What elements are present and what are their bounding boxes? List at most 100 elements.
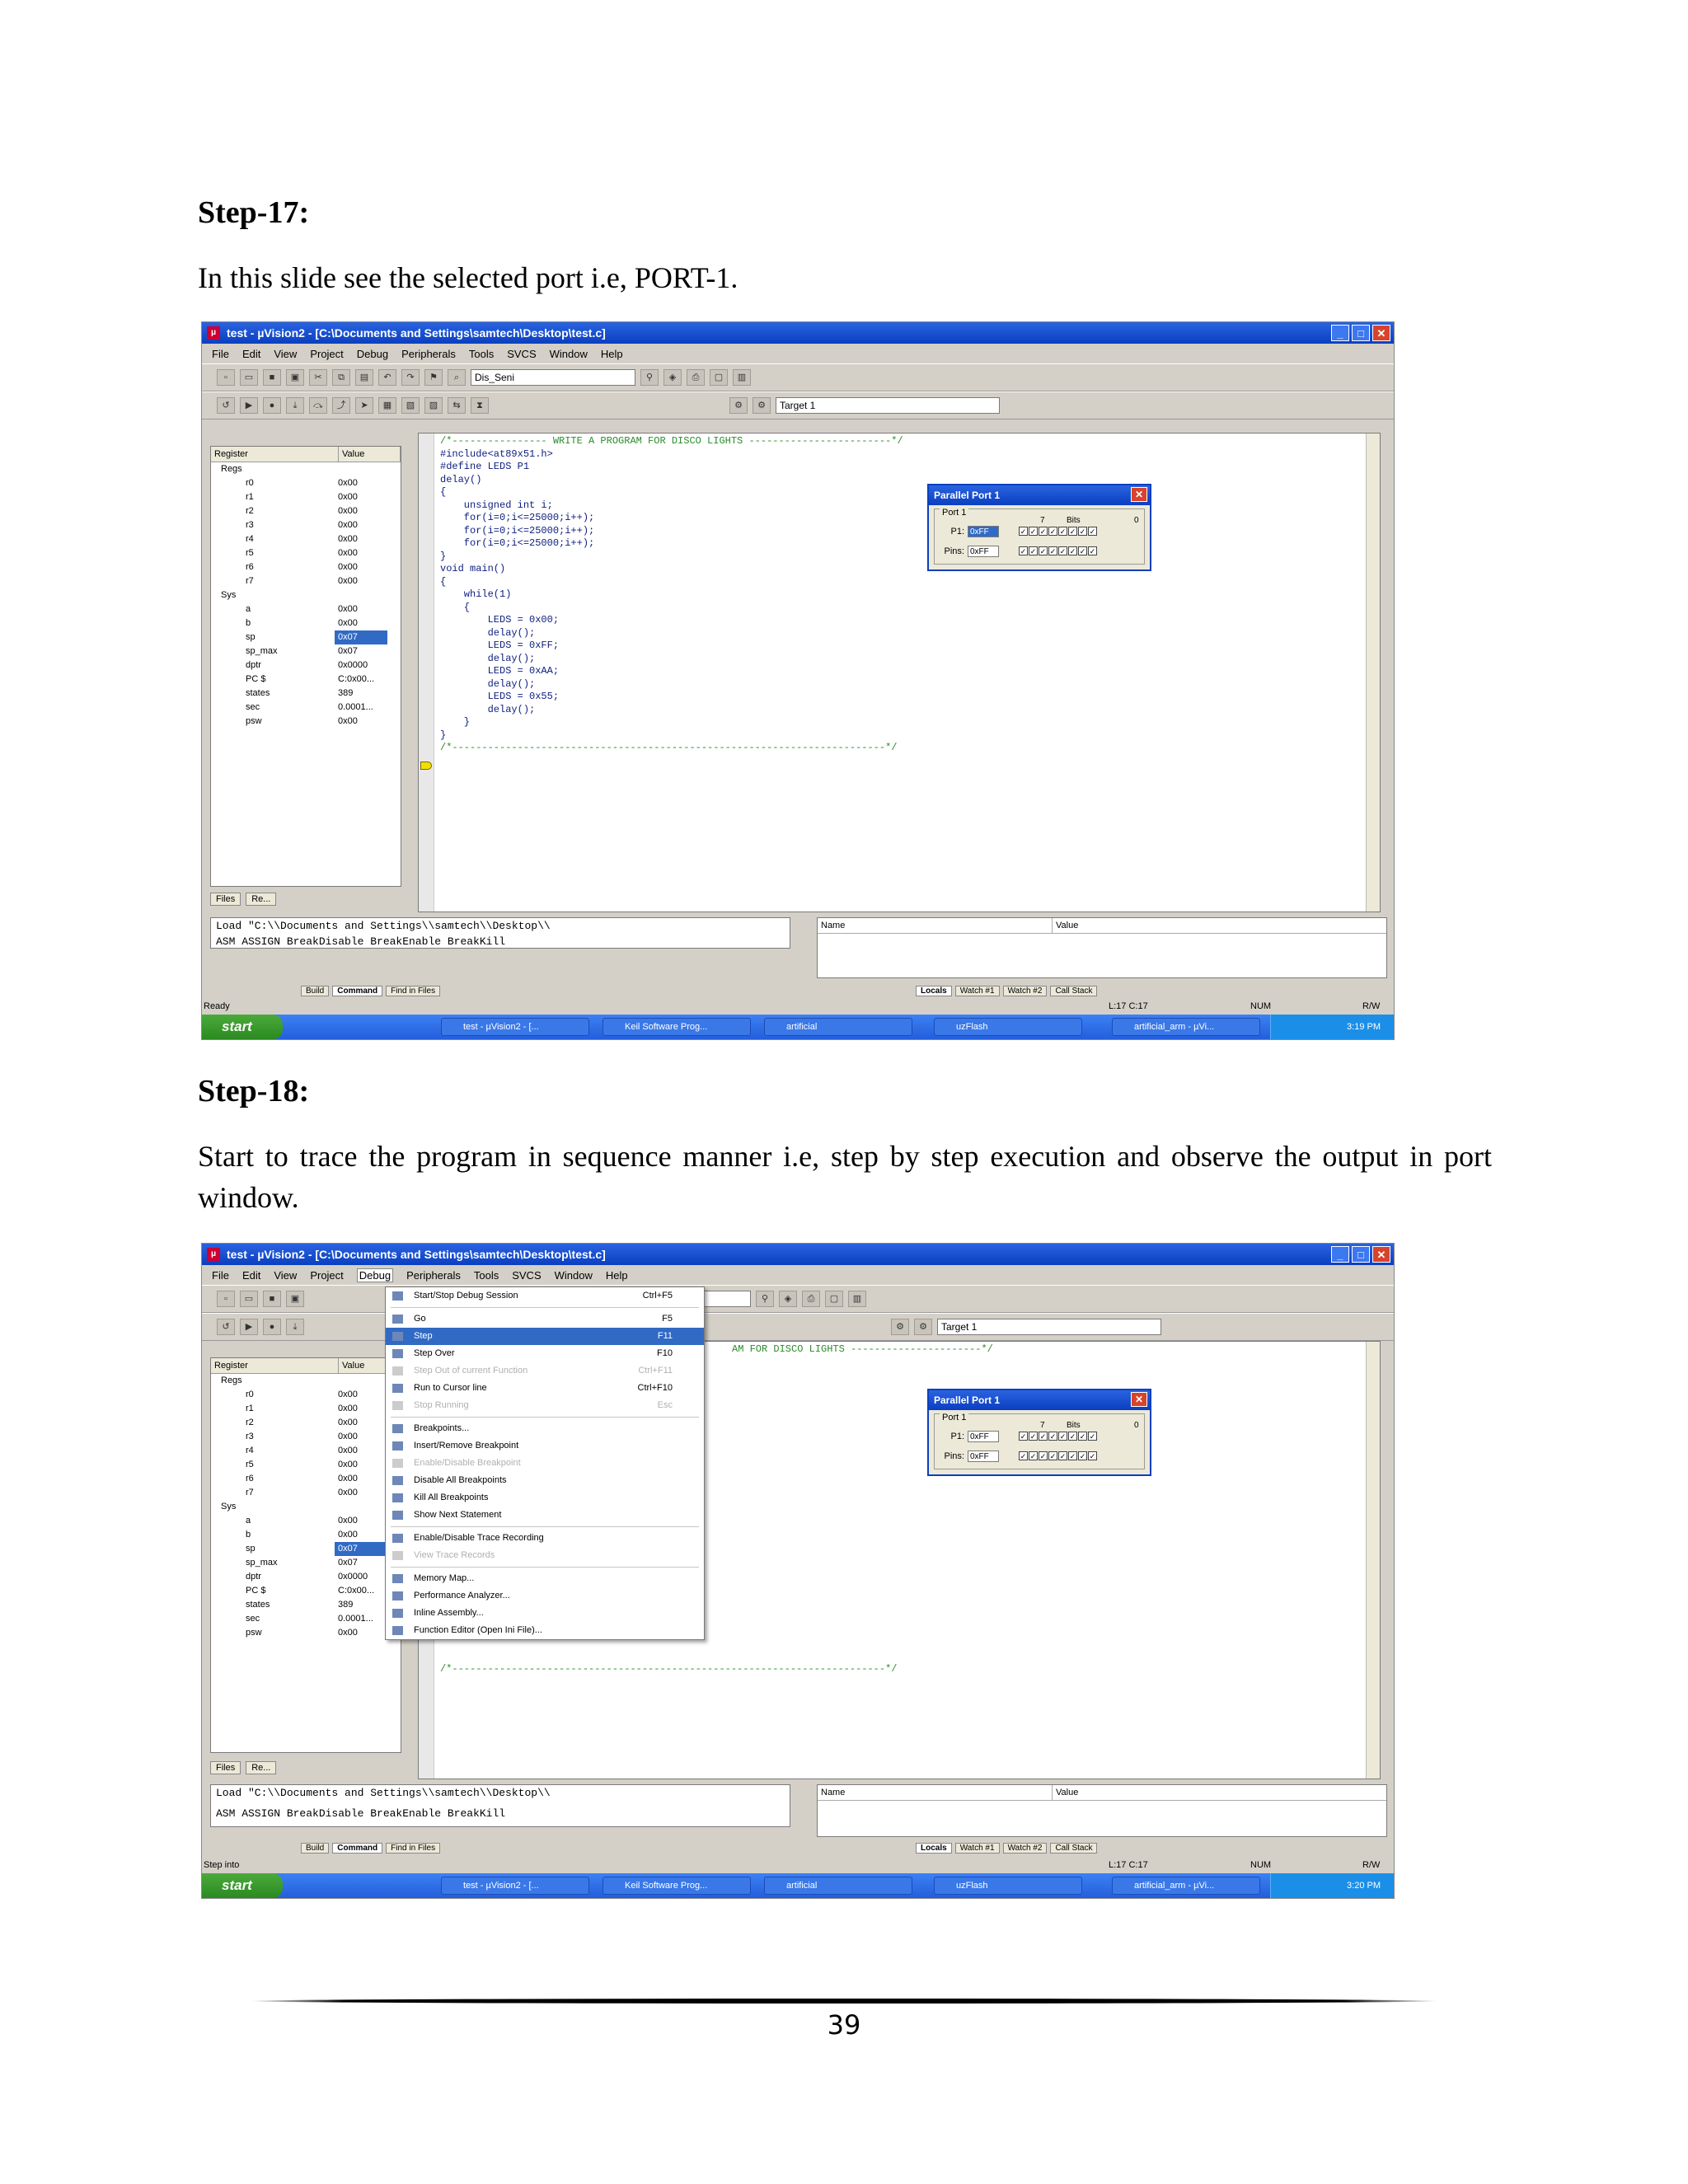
serial-icon[interactable]: ⇆ — [448, 397, 466, 414]
register-row[interactable]: r0 0x00 — [211, 476, 401, 490]
bit-checkbox[interactable]: ✓ — [1078, 546, 1087, 555]
register-row[interactable]: r3 0x00 — [211, 518, 401, 532]
debug-menu-item[interactable]: Function Editor (Open Ini File)... — [386, 1622, 704, 1639]
bit-checkbox[interactable]: ✓ — [1048, 1451, 1057, 1460]
p1-value-field[interactable]: 0xFF — [968, 526, 999, 537]
reset-icon[interactable]: ↺ — [217, 397, 235, 414]
menu-debug[interactable]: Debug — [357, 348, 388, 360]
register-row[interactable]: r5 0x00 — [211, 1458, 401, 1472]
menu-project[interactable]: Project — [310, 1269, 343, 1282]
menu-help[interactable]: Help — [606, 1269, 628, 1282]
register-row[interactable]: a 0x00 — [211, 602, 401, 616]
target-combo[interactable]: Target 1 — [776, 397, 1000, 414]
pins-bit-checkboxes[interactable]: ✓ ✓ ✓ ✓ ✓ ✓ ✓ ✓ — [1019, 546, 1098, 556]
bit-checkbox[interactable]: ✓ — [1039, 1451, 1048, 1460]
debug-menu-item[interactable]: Kill All Breakpoints — [386, 1489, 704, 1507]
bit-checkbox[interactable]: ✓ — [1088, 546, 1097, 555]
register-row[interactable]: PC $ C:0x00... — [211, 673, 401, 687]
editor-scrollbar[interactable] — [1366, 1342, 1380, 1779]
menu-svcs[interactable]: SVCS — [507, 348, 536, 360]
stop-icon[interactable]: ● — [263, 1319, 281, 1335]
menu-edit[interactable]: Edit — [242, 1269, 260, 1282]
step-icon[interactable]: ⤓ — [286, 397, 304, 414]
pins-bit-checkboxes[interactable]: ✓ ✓ ✓ ✓ ✓ ✓ ✓ ✓ — [1019, 1451, 1098, 1461]
p1-value-field[interactable]: 0xFF — [968, 1431, 999, 1442]
reset-icon[interactable]: ↺ — [217, 1319, 235, 1335]
register-row[interactable]: Regs — [211, 1374, 401, 1388]
menu-file[interactable]: File — [212, 1269, 229, 1282]
register-row[interactable]: psw 0x00 — [211, 1626, 401, 1640]
bit-checkbox[interactable]: ✓ — [1019, 546, 1028, 555]
watch2-tab[interactable]: Watch #2 — [1002, 1842, 1048, 1854]
redo-icon[interactable]: ↷ — [401, 369, 420, 386]
tile-icon[interactable]: ▥ — [733, 369, 751, 386]
build-tab[interactable]: Build — [301, 985, 330, 996]
task-uvision[interactable]: test - µVision2 - [... — [441, 1018, 589, 1036]
dialog-close-icon[interactable]: ✕ — [1131, 487, 1147, 502]
find-in-files-tab[interactable]: Find in Files — [386, 985, 441, 996]
start-button[interactable]: start — [202, 1873, 283, 1898]
bit-checkbox[interactable]: ✓ — [1048, 1432, 1057, 1441]
debug-icon[interactable]: ◈ — [663, 369, 682, 386]
menu-window[interactable]: Window — [555, 1269, 593, 1282]
bit-checkbox[interactable]: ✓ — [1068, 546, 1077, 555]
bit-checkbox[interactable]: ✓ — [1019, 1451, 1028, 1460]
task-uzflash[interactable]: uzFlash — [934, 1018, 1082, 1036]
command-output[interactable]: Load "C:\\Documents and Settings\\samtec… — [210, 1784, 790, 1827]
menu-help[interactable]: Help — [601, 348, 623, 360]
register-row[interactable]: r1 0x00 — [211, 490, 401, 504]
debug-icon[interactable]: ◈ — [779, 1291, 797, 1307]
disassembly-icon[interactable]: ▦ — [378, 397, 396, 414]
debug-menu-item[interactable]: Go F5 — [386, 1310, 704, 1328]
step-icon[interactable]: ⤓ — [286, 1319, 304, 1335]
close-button[interactable]: ✕ — [1372, 325, 1390, 341]
register-row[interactable]: r7 0x00 — [211, 574, 401, 588]
watch-name-header[interactable]: Name — [818, 918, 1053, 933]
register-row[interactable]: sec 0.0001... — [211, 1612, 401, 1626]
run-icon[interactable]: ▶ — [240, 1319, 258, 1335]
print-icon[interactable]: ⎙ — [687, 369, 705, 386]
locals-tab[interactable]: Locals — [916, 1842, 952, 1854]
files-tab[interactable]: Files — [210, 893, 241, 906]
memory-icon[interactable]: ▨ — [424, 397, 443, 414]
bit-checkbox[interactable]: ✓ — [1019, 527, 1028, 536]
undo-icon[interactable]: ↶ — [378, 369, 396, 386]
task-artificial[interactable]: artificial — [764, 1018, 912, 1036]
register-row[interactable]: sp 0x07 — [211, 1542, 401, 1556]
menu-window[interactable]: Window — [550, 348, 588, 360]
open-folder-icon[interactable]: ▭ — [240, 1291, 258, 1307]
register-header[interactable]: Register — [211, 1358, 339, 1373]
print-icon[interactable]: ⎙ — [802, 1291, 820, 1307]
register-row[interactable]: sp 0x07 — [211, 630, 401, 644]
register-row[interactable]: dptr 0x0000 — [211, 1570, 401, 1584]
debug-menu-item[interactable]: Stop Running Esc — [386, 1397, 704, 1414]
bit-checkbox[interactable]: ✓ — [1019, 1432, 1028, 1441]
register-row[interactable]: r7 0x00 — [211, 1486, 401, 1500]
open-folder-icon[interactable]: ▭ — [240, 369, 258, 386]
task-artificial-arm[interactable]: artificial_arm - µVi... — [1112, 1877, 1260, 1895]
debug-menu-item[interactable]: Run to Cursor line Ctrl+F10 — [386, 1380, 704, 1397]
debug-menu-item[interactable]: Enable/Disable Trace Recording — [386, 1530, 704, 1547]
run-icon[interactable]: ▶ — [240, 397, 258, 414]
bit-checkbox[interactable]: ✓ — [1078, 1432, 1087, 1441]
start-button[interactable]: start — [202, 1015, 283, 1039]
register-row[interactable]: r0 0x00 — [211, 1388, 401, 1402]
register-row[interactable]: Regs — [211, 462, 401, 476]
register-row[interactable]: Sys — [211, 1500, 401, 1514]
regs-tab[interactable]: Re... — [246, 1761, 277, 1774]
target-combo[interactable]: Target 1 — [937, 1319, 1161, 1335]
close-button[interactable]: ✕ — [1372, 1246, 1390, 1263]
menu-view[interactable]: View — [274, 348, 297, 360]
bit-checkbox[interactable]: ✓ — [1058, 527, 1067, 536]
menu-edit[interactable]: Edit — [242, 348, 260, 360]
menu-tools[interactable]: Tools — [469, 348, 494, 360]
bit-checkbox[interactable]: ✓ — [1088, 527, 1097, 536]
window-icon[interactable]: ▢ — [825, 1291, 843, 1307]
debug-menu-item[interactable]: Step F11 — [386, 1328, 704, 1345]
paste-icon[interactable]: ▤ — [355, 369, 373, 386]
register-row[interactable]: states 389 — [211, 1598, 401, 1612]
bit-checkbox[interactable]: ✓ — [1078, 527, 1087, 536]
bit-checkbox[interactable]: ✓ — [1029, 1451, 1038, 1460]
register-row[interactable]: b 0x00 — [211, 1528, 401, 1542]
debug-menu-item[interactable]: Step Over F10 — [386, 1345, 704, 1362]
